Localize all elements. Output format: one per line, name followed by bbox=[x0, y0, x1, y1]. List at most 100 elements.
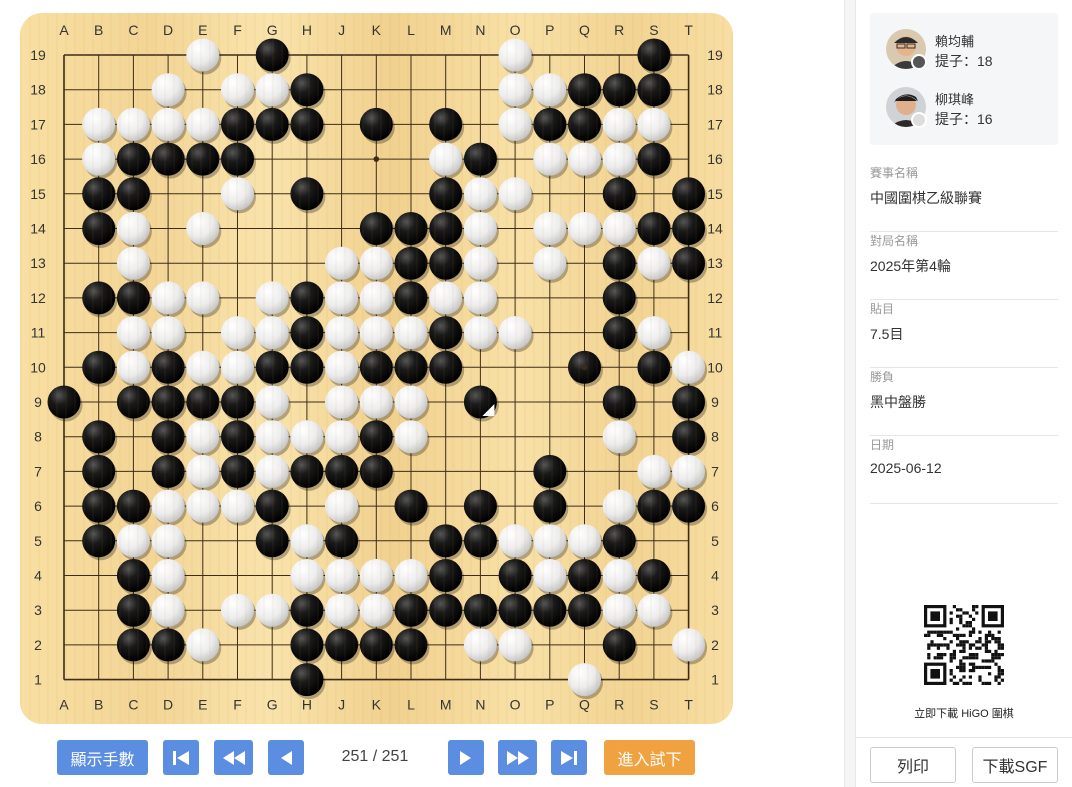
white-stone bbox=[186, 489, 220, 523]
white-stone bbox=[186, 107, 220, 141]
white-stone bbox=[602, 559, 636, 592]
black-stone bbox=[359, 212, 393, 245]
black-stone bbox=[255, 107, 289, 141]
board-grid[interactable]: AABBCCDDEEFFGGHHJJKKLLMMNNOOPPQQRRSSTT19… bbox=[20, 13, 733, 724]
white-stone bbox=[325, 246, 359, 280]
skip-to-first-button[interactable] bbox=[163, 740, 199, 775]
black-stone bbox=[116, 559, 150, 592]
black-stone bbox=[186, 142, 220, 176]
show-move-numbers-button[interactable]: 顯示手數 bbox=[57, 740, 148, 775]
column-label: O bbox=[510, 22, 521, 38]
black-stone bbox=[533, 107, 567, 141]
white-stone bbox=[533, 73, 567, 107]
action-bar: 列印 下載SGF bbox=[856, 737, 1072, 787]
black-stone bbox=[325, 524, 359, 558]
row-label: 19 bbox=[707, 47, 723, 63]
download-sgf-button[interactable]: 下載SGF bbox=[972, 747, 1058, 783]
black-stone bbox=[290, 593, 324, 627]
black-stone bbox=[290, 281, 324, 315]
black-stone bbox=[116, 489, 150, 523]
black-stone bbox=[221, 454, 254, 488]
column-label: C bbox=[128, 22, 138, 38]
step-forward-button[interactable] bbox=[448, 740, 484, 775]
black-stone bbox=[151, 420, 185, 454]
row-label: 13 bbox=[30, 255, 46, 271]
black-stone bbox=[463, 593, 497, 627]
column-label: F bbox=[233, 22, 242, 38]
column-label: P bbox=[545, 22, 554, 38]
white-stone bbox=[82, 107, 116, 141]
black-stone bbox=[82, 350, 116, 384]
white-stone bbox=[359, 281, 393, 315]
white-stone bbox=[255, 593, 289, 627]
print-button[interactable]: 列印 bbox=[870, 747, 956, 783]
go-board[interactable]: A A B B C C D D E E F F G G H H J J K K L L M M N N O O P P Q Q R R S S T T 19… bbox=[20, 13, 733, 724]
black-stone bbox=[672, 385, 706, 419]
black-stone bbox=[568, 559, 601, 592]
row-label: 4 bbox=[34, 568, 42, 584]
black-stone bbox=[637, 350, 671, 384]
playback-controls: 顯示手數 251 / 251 進入試下 bbox=[0, 740, 760, 776]
white-stone bbox=[255, 281, 289, 315]
row-label: 2 bbox=[34, 637, 42, 653]
column-label: A bbox=[59, 697, 69, 713]
white-stone bbox=[463, 212, 497, 245]
white-stone bbox=[151, 489, 185, 523]
column-label: T bbox=[684, 697, 693, 713]
black-stone bbox=[602, 628, 636, 662]
row-label: 1 bbox=[711, 672, 719, 688]
white-stone bbox=[116, 107, 150, 141]
qr-code-icon[interactable] bbox=[924, 605, 1004, 685]
black-stone bbox=[429, 177, 463, 211]
row-label: 18 bbox=[30, 82, 46, 98]
step-back-button[interactable] bbox=[268, 740, 304, 775]
black-stone bbox=[82, 420, 116, 454]
fast-forward-button[interactable] bbox=[498, 740, 537, 775]
column-label: O bbox=[510, 697, 521, 713]
row-label: 3 bbox=[711, 602, 719, 618]
column-label: G bbox=[267, 22, 278, 38]
white-stone bbox=[186, 420, 220, 454]
info-value: 2025-06-12 bbox=[870, 460, 942, 476]
white-stone bbox=[151, 281, 185, 315]
white-stone bbox=[602, 420, 636, 454]
panel-divider bbox=[844, 0, 856, 787]
white-stone bbox=[394, 385, 428, 419]
black-stone bbox=[290, 73, 324, 107]
row-label: 16 bbox=[30, 151, 46, 167]
white-stone bbox=[498, 38, 532, 72]
black-stone bbox=[394, 489, 428, 523]
column-label: B bbox=[94, 697, 103, 713]
white-stone bbox=[463, 246, 497, 280]
white-stone bbox=[255, 454, 289, 488]
black-stone bbox=[116, 593, 150, 627]
black-stone bbox=[498, 559, 532, 592]
info-value: 7.5目 bbox=[870, 326, 904, 342]
black-stone bbox=[394, 281, 428, 315]
white-stone bbox=[186, 628, 220, 662]
player-black: 賴均輔 提子：18 bbox=[886, 29, 1056, 73]
info-date: 日期 2025-06-12 bbox=[870, 436, 1058, 504]
white-stone bbox=[568, 212, 601, 245]
white-stone bbox=[151, 107, 185, 141]
white-stone bbox=[429, 281, 463, 315]
fast-backward-button[interactable] bbox=[214, 740, 253, 775]
black-stone bbox=[533, 593, 567, 627]
column-label: T bbox=[684, 22, 693, 38]
white-stone bbox=[116, 316, 150, 350]
row-label: 7 bbox=[711, 463, 719, 479]
white-stone bbox=[116, 246, 150, 280]
black-stone bbox=[255, 489, 289, 523]
column-label: S bbox=[649, 697, 658, 713]
skip-to-last-button[interactable] bbox=[551, 740, 587, 775]
black-stone bbox=[429, 107, 463, 141]
enter-trial-button[interactable]: 進入試下 bbox=[604, 740, 695, 775]
black-stone bbox=[429, 559, 463, 592]
black-stone bbox=[290, 316, 324, 350]
row-label: 14 bbox=[707, 221, 723, 237]
black-stone bbox=[186, 385, 220, 419]
info-result: 勝負 黑中盤勝 bbox=[870, 368, 1058, 436]
black-stone bbox=[255, 350, 289, 384]
column-label: K bbox=[372, 22, 382, 38]
white-stone bbox=[325, 420, 359, 454]
